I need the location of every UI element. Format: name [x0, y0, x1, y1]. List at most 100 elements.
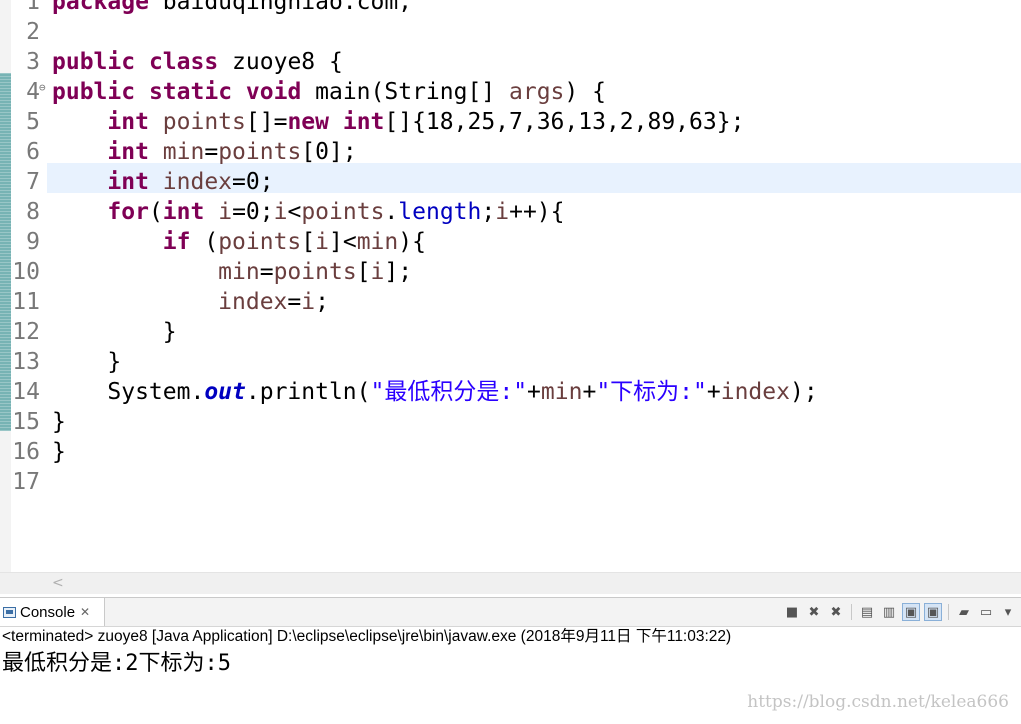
line-number: 6 — [26, 139, 40, 165]
code-token: = — [204, 139, 219, 165]
show-on-stderr-icon[interactable]: ▣ — [924, 603, 942, 621]
code-token: int — [107, 109, 149, 135]
close-icon[interactable]: ✕ — [80, 605, 90, 619]
code-text: if (points[i]<min){ — [52, 227, 426, 257]
code-token: main(String[] — [301, 79, 510, 105]
line-number: 16 — [12, 439, 40, 465]
code-token: index — [218, 289, 288, 315]
line-number: 10 — [12, 259, 40, 285]
line-number: 17 — [12, 469, 40, 495]
code-token: new — [287, 109, 329, 135]
show-on-stdout-icon[interactable]: ▣ — [902, 603, 920, 621]
code-token: void — [245, 79, 302, 105]
line-number: 1 — [26, 0, 40, 15]
remove-all-terminated-icon[interactable]: ✖ — [827, 603, 845, 621]
code-token: ); — [789, 379, 818, 405]
code-token: ; — [481, 199, 496, 225]
code-token: int — [162, 199, 205, 225]
code-token: =0; — [232, 199, 274, 225]
console-tab-label: Console — [20, 603, 76, 621]
code-token: < — [287, 199, 302, 225]
code-token: + — [706, 379, 721, 405]
line-number: 15 — [12, 409, 40, 435]
console-status-line: <terminated> zuoye8 [Java Application] D… — [2, 628, 732, 645]
code-token: i — [315, 229, 329, 255]
code-token: System. — [52, 379, 205, 405]
code-token: ++){ — [509, 199, 565, 225]
code-token: ; — [315, 289, 329, 315]
code-token: ){ — [398, 229, 426, 255]
code-token: } — [52, 319, 177, 345]
code-token: ( — [190, 229, 219, 255]
code-token: min — [162, 139, 205, 165]
code-token: []= — [245, 109, 288, 135]
code-text: } — [52, 407, 66, 437]
code-token: .println( — [245, 379, 371, 405]
code-token: = — [287, 289, 302, 315]
code-token: points — [301, 199, 385, 225]
code-token: class — [148, 49, 219, 75]
toolbar-separator — [851, 604, 852, 620]
scroll-left-icon[interactable]: < — [52, 573, 64, 593]
code-token: length — [398, 199, 482, 225]
code-token: points — [218, 229, 302, 255]
code-token: points — [218, 139, 302, 165]
line-number: 7 — [26, 169, 40, 195]
code-token: ]< — [329, 229, 357, 255]
line-number: 5 — [26, 109, 40, 135]
code-token: + — [527, 379, 541, 405]
code-token: [ — [356, 259, 371, 285]
code-token: [0]; — [301, 139, 357, 165]
code-token: if — [162, 229, 191, 255]
code-text: for(int i=0;i<points.length;i++){ — [52, 197, 564, 227]
terminate-icon[interactable]: ■ — [783, 603, 801, 621]
code-token: "最低积分是:" — [370, 379, 528, 405]
code-token: = — [259, 259, 274, 285]
display-console-icon[interactable]: ▭ — [977, 603, 995, 621]
clear-console-icon[interactable]: ▤ — [858, 603, 876, 621]
pin-console-icon[interactable]: ▰ — [955, 603, 973, 621]
code-text: min=points[i]; — [52, 257, 412, 287]
code-token: ]; — [384, 259, 413, 285]
scroll-lock-icon[interactable]: ▥ — [880, 603, 898, 621]
view-menu-icon[interactable]: ▾ — [999, 603, 1017, 621]
code-token: []{18,25,7,36,13,2,89,63}; — [384, 109, 745, 135]
code-token: ( — [148, 199, 163, 225]
remove-launch-icon[interactable]: ✖ — [805, 603, 823, 621]
horizontal-scrollbar[interactable]: < — [0, 572, 1021, 594]
code-token: baiduqinghiao.com; — [148, 0, 413, 15]
console-tab[interactable]: Console ✕ — [0, 598, 105, 626]
code-token: package — [52, 0, 149, 15]
code-token: i — [218, 199, 233, 225]
toolbar-separator — [948, 604, 949, 620]
code-token: [ — [301, 229, 316, 255]
code-text: package baiduqinghiao.com; — [52, 0, 412, 17]
console-output[interactable]: 最低积分是:2下标为:5 — [2, 649, 231, 679]
code-editor[interactable]: 1 package baiduqinghiao.com; 2 3 public clas… — [0, 0, 1021, 572]
code-text: public static void main(String[] args) { — [52, 77, 606, 107]
code-token: =0; — [232, 169, 274, 195]
code-text: int min=points[0]; — [52, 137, 357, 167]
line-number: 14 — [12, 379, 40, 405]
code-token: min — [218, 259, 260, 285]
code-token: public — [52, 49, 136, 75]
code-token: } — [52, 349, 122, 375]
watermark: https://blog.csdn.net/kelea666 — [747, 692, 1009, 712]
line-number: 9 — [26, 229, 40, 255]
code-token: for — [107, 199, 149, 225]
console-output-text: :2 — [112, 651, 139, 676]
fold-toggle-icon[interactable]: ⊖ — [39, 73, 46, 103]
code-token: index — [162, 169, 233, 195]
code-token: out — [204, 379, 246, 405]
code-text: } — [52, 347, 121, 377]
code-token: } — [52, 439, 66, 465]
